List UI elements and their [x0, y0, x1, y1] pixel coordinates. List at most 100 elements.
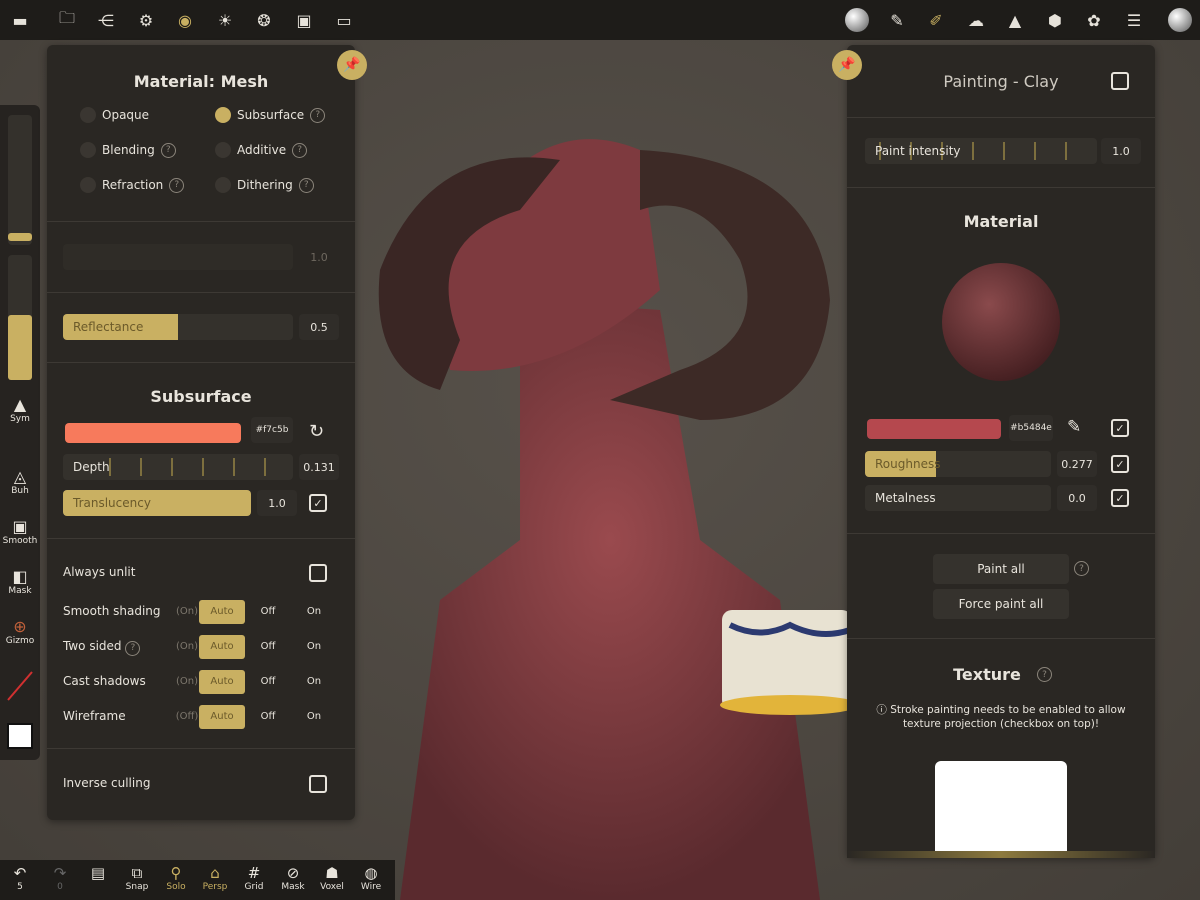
option-label: Two sided ?	[63, 639, 141, 656]
help-icon[interactable]: ?	[125, 640, 141, 656]
metalness-slider[interactable]: Metalness	[865, 485, 1051, 511]
seg-off[interactable]: Off	[245, 705, 291, 729]
mode-radio-opaque[interactable]: Opaque	[80, 107, 149, 123]
bottom-mask-off-button[interactable]: ⊘ Mask	[275, 864, 311, 892]
seg-on[interactable]: On	[291, 600, 337, 624]
seg-auto[interactable]: Auto	[199, 635, 245, 659]
eyedropper-icon[interactable]: ✎	[1067, 417, 1081, 437]
subsurface-hex[interactable]: #f7c5b	[251, 417, 293, 443]
reflectance-value[interactable]: 0.5	[299, 314, 339, 340]
background-icon[interactable]: ▣	[292, 8, 316, 32]
seg-auto[interactable]: Auto	[199, 670, 245, 694]
metalness-value[interactable]: 0.0	[1057, 485, 1097, 511]
depth-value[interactable]: 0.131	[299, 454, 339, 480]
paint-all-button[interactable]: Paint all	[933, 554, 1069, 584]
inverse-culling-checkbox[interactable]	[309, 775, 327, 793]
brush-intensity-slider[interactable]	[8, 255, 32, 380]
option-segmented-control[interactable]: (On) Auto Off On	[175, 635, 337, 659]
settings-icon[interactable]: ✿	[1082, 8, 1106, 32]
bottom-snap-button[interactable]: ⧉ Snap	[119, 864, 155, 892]
bottom-voxel-button[interactable]: ☗ Voxel	[314, 864, 350, 892]
force-paint-all-button[interactable]: Force paint all	[933, 589, 1069, 619]
metalness-checkbox[interactable]: ✓	[1111, 489, 1129, 507]
bottom-solo-button[interactable]: ⚲ Solo	[158, 864, 194, 892]
postprocess-icon[interactable]: ❂	[252, 8, 276, 32]
render-sphere-icon[interactable]	[1168, 8, 1192, 32]
share-icon[interactable]: ⋲	[94, 8, 118, 32]
translucency-value[interactable]: 1.0	[257, 490, 297, 516]
seg-off[interactable]: Off	[245, 635, 291, 659]
paint-icon[interactable]: ✐	[924, 8, 948, 32]
translucency-slider[interactable]: Translucency	[63, 490, 251, 516]
roughness-value[interactable]: 0.277	[1057, 451, 1097, 477]
help-icon[interactable]: ?	[160, 142, 176, 158]
mode-radio-additive[interactable]: Additive?	[215, 142, 308, 158]
folder-icon[interactable]: 🗀	[55, 8, 79, 32]
tool-mask[interactable]: ◧ Mask	[0, 567, 40, 596]
tool-gizmo[interactable]: ⊕ Gizmo	[0, 617, 40, 646]
top-toolbar: ▬ 🗀 ⋲ ⚙ ◉ ☀ ❂ ▣ ▭ ✎ ✐ ☁ ▲ ⬢ ✿ ☰	[0, 0, 1200, 40]
mask-icon[interactable]: ▲	[1003, 8, 1027, 32]
roughness-checkbox[interactable]: ✓	[1111, 455, 1129, 473]
subsurface-color-swatch[interactable]	[65, 423, 241, 443]
color-swatch[interactable]	[7, 723, 33, 749]
brush-radius-slider[interactable]	[8, 115, 32, 245]
material-icon[interactable]: ◉	[173, 8, 197, 32]
help-icon[interactable]: ?	[298, 177, 314, 193]
mode-radio-dithering[interactable]: Dithering?	[215, 177, 314, 193]
sliders-icon[interactable]: ☰	[1122, 8, 1146, 32]
depth-slider[interactable]: Depth	[63, 454, 293, 480]
reflectance-slider[interactable]: Reflectance	[63, 314, 293, 340]
matcap-sphere-icon[interactable]	[845, 8, 869, 32]
paint-intensity-slider[interactable]: Paint intensity	[865, 138, 1097, 164]
seg-off[interactable]: Off	[245, 670, 291, 694]
option-segmented-control[interactable]: (Off) Auto Off On	[175, 705, 337, 729]
camera-icon[interactable]: ▭	[332, 8, 356, 32]
brush-icon[interactable]: ✎	[885, 8, 909, 32]
mode-radio-blending[interactable]: Blending?	[80, 142, 176, 158]
texture-preview[interactable]	[935, 761, 1067, 858]
mode-radio-refraction[interactable]: Refraction?	[80, 177, 185, 193]
tool-smooth[interactable]: ▣ Smooth	[0, 517, 40, 546]
seg-on[interactable]: On	[291, 670, 337, 694]
bottom-persp-button[interactable]: ⌂ Persp	[197, 864, 233, 892]
help-icon[interactable]: ?	[169, 177, 185, 193]
material-title: Material	[963, 212, 1039, 231]
paint-color-hex[interactable]: #b5484e	[1009, 415, 1053, 441]
bottom-undo-button[interactable]: ↶ 5	[2, 864, 38, 892]
stroke-line-icon[interactable]	[6, 670, 34, 702]
layers-icon[interactable]: ⬢	[1043, 8, 1067, 32]
color-checkbox[interactable]: ✓	[1111, 419, 1129, 437]
translucency-checkbox[interactable]: ✓	[309, 494, 327, 512]
seg-off[interactable]: Off	[245, 600, 291, 624]
bottom-screen-button[interactable]: ▤	[80, 864, 116, 882]
reset-icon[interactable]: ↻	[309, 421, 324, 442]
mode-radio-subsurface[interactable]: Subsurface?	[215, 107, 326, 123]
bottom-grid-button[interactable]: # Grid	[236, 864, 272, 892]
symmetry-button[interactable]: ▲ Sym	[0, 395, 40, 424]
paint-intensity-value[interactable]: 1.0	[1101, 138, 1141, 164]
light-icon[interactable]: ☀	[213, 8, 237, 32]
smudge-icon[interactable]: ☁	[964, 8, 988, 32]
menu-icon[interactable]: ▬	[8, 8, 32, 32]
radio-dot	[80, 177, 96, 193]
stroke-painting-checkbox[interactable]	[1111, 72, 1129, 90]
option-segmented-control[interactable]: (On) Auto Off On	[175, 600, 337, 624]
seg-on[interactable]: On	[291, 635, 337, 659]
help-icon[interactable]: ?	[310, 107, 326, 123]
divider	[47, 292, 355, 293]
always-unlit-checkbox[interactable]	[309, 564, 327, 582]
paint-color-swatch[interactable]	[867, 419, 1001, 439]
seg-auto[interactable]: Auto	[199, 600, 245, 624]
help-icon[interactable]: ?	[1074, 561, 1089, 576]
help-icon[interactable]: ?	[1037, 667, 1052, 682]
roughness-slider[interactable]: Roughness	[865, 451, 1051, 477]
help-icon[interactable]: ?	[292, 142, 308, 158]
bottom-redo-button[interactable]: ↷ 0	[42, 864, 78, 892]
seg-on[interactable]: On	[291, 705, 337, 729]
option-segmented-control[interactable]: (On) Auto Off On	[175, 670, 337, 694]
tool-buh[interactable]: ◬ Buh	[0, 467, 40, 496]
scene-icon[interactable]: ⚙	[134, 8, 158, 32]
bottom-wireframe-button[interactable]: ◍ Wire	[353, 864, 389, 892]
seg-auto[interactable]: Auto	[199, 705, 245, 729]
